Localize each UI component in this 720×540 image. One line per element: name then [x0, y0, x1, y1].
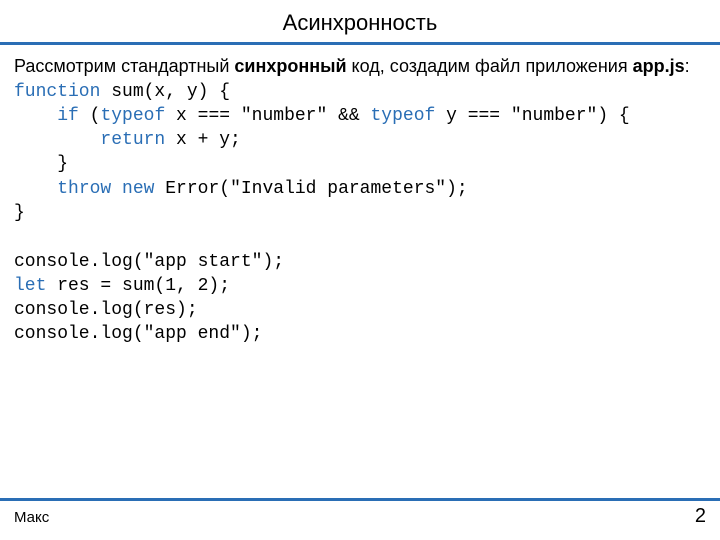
slide-footer: Макс 2	[0, 498, 720, 528]
code-l8: console.log("app start");	[14, 252, 284, 272]
slide-title: Асинхронность	[0, 10, 720, 36]
kw-new: new	[122, 179, 154, 199]
intro-bold: синхронный	[234, 56, 346, 77]
code-l4: }	[14, 154, 68, 174]
code-l2g: y === "number") {	[435, 106, 629, 126]
code-l5c	[111, 179, 122, 199]
kw-throw: throw	[57, 179, 111, 199]
intro-text-before: Рассмотрим стандартный	[14, 56, 234, 76]
intro-filename: app.js	[633, 56, 685, 77]
code-l2c: (	[79, 106, 101, 126]
code-l3c: x + y;	[165, 130, 241, 150]
code-l3a	[14, 130, 100, 150]
code-l5a	[14, 179, 57, 199]
code-l9b: res = sum(1, 2);	[46, 276, 230, 296]
code-l2a	[14, 106, 57, 126]
code-l2e: x === "number" &&	[165, 106, 370, 126]
code-l5e: Error("Invalid parameters");	[154, 179, 467, 199]
code-l11: console.log("app end");	[14, 324, 262, 344]
footer-page-number: 2	[695, 505, 706, 528]
kw-return: return	[100, 130, 165, 150]
kw-typeof2: typeof	[370, 106, 435, 126]
kw-if: if	[57, 106, 79, 126]
code-block: function sum(x, y) { if (typeof x === "n…	[14, 80, 706, 347]
slide-header: Асинхронность	[0, 0, 720, 45]
kw-let: let	[14, 276, 46, 296]
footer-author: Макс	[14, 509, 49, 526]
intro-paragraph: Рассмотрим стандартный синхронный код, с…	[14, 55, 706, 78]
intro-text-after: код, создадим файл приложения	[347, 56, 633, 76]
slide-content: Рассмотрим стандартный синхронный код, с…	[0, 45, 720, 347]
code-l1b: sum(x, y) {	[100, 82, 230, 102]
code-l10: console.log(res);	[14, 300, 198, 320]
kw-function: function	[14, 82, 100, 102]
intro-colon: :	[685, 56, 690, 76]
code-l6: }	[14, 203, 25, 223]
kw-typeof1: typeof	[100, 106, 165, 126]
